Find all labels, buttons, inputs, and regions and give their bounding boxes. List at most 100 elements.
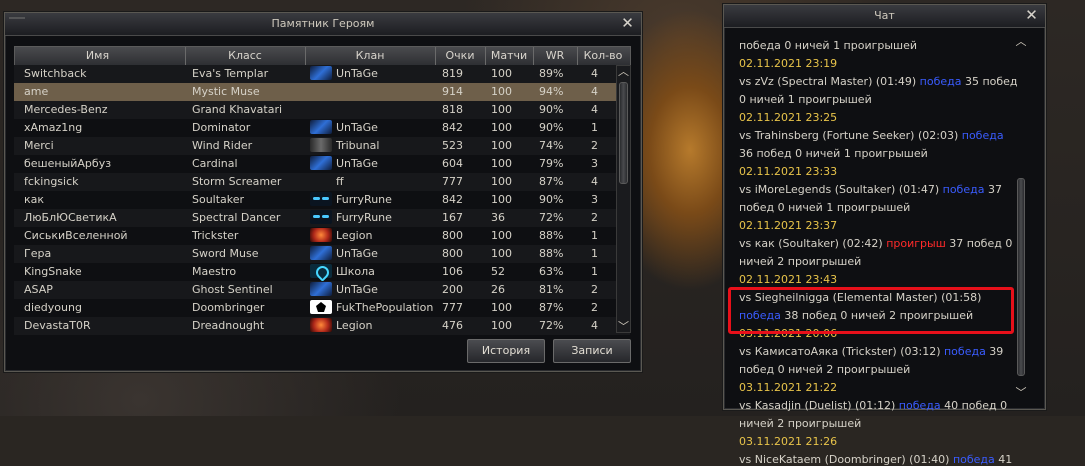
cell-clan: FukThePopulation — [336, 301, 434, 314]
chat-line: vs КамисатоАяка (Trickster) (03:12) побе… — [739, 345, 1003, 358]
col-header-clan[interactable]: Клан — [305, 49, 435, 62]
cell-count: 2 — [591, 139, 598, 152]
cell-class: Cardinal — [192, 157, 238, 170]
cell-wr: 90% — [539, 103, 564, 116]
result-loss: проигрыш — [886, 237, 946, 250]
cell-count: 4 — [591, 103, 598, 116]
col-header-matches[interactable]: Матчи — [485, 49, 533, 62]
cell-wr: 88% — [539, 247, 564, 260]
cell-points: 818 — [442, 103, 463, 116]
cell-wr: 90% — [539, 193, 564, 206]
cell-clan: FurryRune — [336, 193, 392, 206]
untage-emblem-icon — [310, 282, 332, 296]
chat-text: побед 0 ничей 2 проигрышей — [739, 363, 911, 376]
chat-window-titlebar[interactable]: Чат ✕ — [724, 5, 1045, 28]
chat-window-title: Чат — [874, 9, 895, 22]
cell-wr: 89% — [539, 67, 564, 80]
chat-scroll-thumb[interactable] — [1017, 178, 1025, 376]
scroll-thumb[interactable] — [619, 82, 628, 184]
cell-clan: Legion — [336, 229, 373, 242]
chat-scrollbar[interactable]: ︿ ﹀ — [1015, 36, 1027, 398]
scroll-down-icon[interactable]: ﹀ — [617, 321, 630, 332]
col-header-class[interactable]: Класс — [185, 49, 305, 62]
cell-count: 1 — [591, 121, 598, 134]
chat-line: vs zVz (Spectral Master) (01:49) победа … — [739, 75, 1018, 88]
cell-points: 777 — [442, 301, 463, 314]
cell-wr: 87% — [539, 301, 564, 314]
cell-points: 523 — [442, 139, 463, 152]
heroes-close-icon[interactable]: ✕ — [620, 16, 635, 31]
cell-class: Dreadnought — [192, 319, 265, 332]
table-row[interactable]: KingSnake Maestro Школа 106 52 63% 1 — [14, 263, 630, 281]
chat-scroll-up-icon[interactable]: ︿ — [1015, 36, 1027, 47]
table-row[interactable]: ame Mystic Muse 914 100 94% 4 — [14, 83, 630, 101]
chat-timestamp: 02.11.2021 23:19 — [739, 57, 838, 70]
cell-matches: 100 — [491, 157, 512, 170]
legion-emblem-icon — [310, 318, 332, 332]
col-header-name[interactable]: Имя — [15, 49, 180, 62]
cell-class: Soultaker — [192, 193, 245, 206]
history-button[interactable]: История — [467, 339, 545, 363]
table-row[interactable]: ЛюБлЮСветикА Spectral Dancer FurryRune 167 3… — [14, 209, 630, 227]
chat-text: vs iMoreLegends (Soultaker) (01:47) — [739, 183, 943, 196]
cell-class: Spectral Dancer — [192, 211, 281, 224]
cell-matches: 100 — [491, 175, 512, 188]
table-row[interactable]: diedyoung Doombringer FukThePopulation 777 1… — [14, 299, 630, 317]
cell-count: 2 — [591, 211, 598, 224]
chat-text: ничей 2 проигрышей — [739, 255, 862, 268]
heroes-scrollbar[interactable]: ︿ ﹀ — [616, 65, 631, 333]
cell-name: Mercedes-Benz — [24, 103, 108, 116]
chat-text: побед 0 ничей 1 проигрышей — [739, 201, 911, 214]
col-header-count[interactable]: Кол-во — [577, 49, 629, 62]
table-row[interactable]: Mercedes-Benz Grand Khavatari 818 100 90% 4 — [14, 101, 630, 119]
col-header-points[interactable]: Очки — [435, 49, 485, 62]
cell-wr: 74% — [539, 139, 564, 152]
scroll-up-icon[interactable]: ︿ — [617, 66, 630, 77]
cell-count: 3 — [591, 157, 598, 170]
chat-line: победа 0 ничей 1 проигрышей — [739, 39, 917, 52]
chat-timestamp: 02.11.2021 23:25 — [739, 111, 838, 124]
table-row[interactable]: Switchback Eva's Templar UnTaGe 819 100 89% 4 — [14, 65, 630, 83]
cell-class: Sword Muse — [192, 247, 259, 260]
cell-wr: 90% — [539, 121, 564, 134]
cell-count: 2 — [591, 283, 598, 296]
chat-scroll-down-icon[interactable]: ﹀ — [1015, 387, 1027, 398]
chat-line: 02.11.2021 23:25 — [739, 111, 837, 124]
chat-text: vs zVz (Spectral Master) (01:49) — [739, 75, 920, 88]
cell-name: Гера — [24, 247, 52, 260]
chat-timestamp: 02.11.2021 23:37 — [739, 219, 838, 232]
table-row[interactable]: xAmaz1ng Dominator UnTaGe 842 100 90% 1 — [14, 119, 630, 137]
table-row[interactable]: Merci Wind Rider Tribunal 523 100 74% 2 — [14, 137, 630, 155]
cell-matches: 100 — [491, 121, 512, 134]
chat-close-icon[interactable]: ✕ — [1024, 8, 1039, 23]
records-button[interactable]: Записи — [553, 339, 631, 363]
chat-text: 0 ничей 1 проигрышей — [739, 93, 872, 106]
table-row[interactable]: DevastaT0R Dreadnought Legion 476 100 72% 4 — [14, 317, 630, 335]
chat-text: победа 0 ничей 1 проигрышей — [739, 39, 918, 52]
cell-class: Ghost Sentinel — [192, 283, 273, 296]
cell-clan: ff — [336, 175, 344, 188]
table-row[interactable]: Гера Sword Muse UnTaGe 800 100 88% 1 — [14, 245, 630, 263]
table-row[interactable]: как Soultaker FurryRune 842 100 90% 3 — [14, 191, 630, 209]
chat-line: 0 ничей 1 проигрышей — [739, 93, 872, 106]
table-row[interactable]: бешеныйАрбуз Cardinal UnTaGe 604 100 79% 3 — [14, 155, 630, 173]
heroes-window-titlebar[interactable]: Памятник Героям ✕ — [5, 13, 641, 36]
cell-points: 800 — [442, 247, 463, 260]
result-win: победа — [952, 453, 995, 466]
table-row[interactable]: fckingsick Storm Screamer ff 777 100 87% 4 — [14, 173, 630, 191]
table-row[interactable]: СиськиВселенной Trickster Legion 800 100 88% 1 — [14, 227, 630, 245]
col-header-wr[interactable]: WR — [533, 49, 577, 62]
result-win: победа — [898, 399, 941, 412]
table-row[interactable]: ASAP Ghost Sentinel UnTaGe 200 26 81% 2 — [14, 281, 630, 299]
untage-emblem-icon — [310, 120, 332, 134]
chat-text: 41 — [994, 453, 1013, 466]
cell-count: 1 — [591, 229, 598, 242]
cell-name: fckingsick — [24, 175, 79, 188]
cell-wr: 63% — [539, 265, 564, 278]
cell-name: Merci — [24, 139, 54, 152]
chat-text: 36 побед 0 ничей 1 проигрышей — [739, 147, 928, 160]
cell-name: ASAP — [24, 283, 53, 296]
untage-emblem-icon — [310, 246, 332, 260]
cell-class: Trickster — [192, 229, 239, 242]
chat-line: 02.11.2021 23:43 — [739, 273, 837, 286]
